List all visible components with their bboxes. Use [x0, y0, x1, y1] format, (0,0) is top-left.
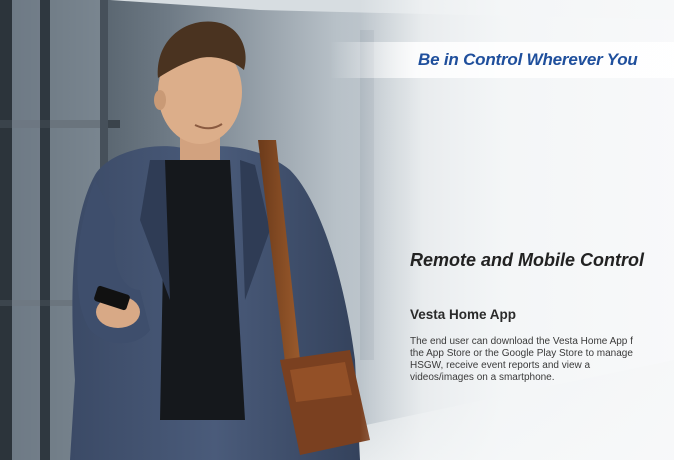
app-description-line: The end user can download the Vesta Home… [410, 336, 633, 347]
slide: Be in Control Wherever You Remote and Mo… [0, 0, 674, 460]
app-title: Vesta Home App [410, 307, 517, 322]
app-description: The end user can download the Vesta Home… [410, 336, 674, 384]
tagline: Be in Control Wherever You [418, 50, 638, 69]
app-description-line: videos/images on a smartphone. [410, 372, 555, 383]
app-description-line: the App Store or the Google Play Store t… [410, 348, 633, 359]
section-title: Remote and Mobile Control [410, 250, 644, 270]
app-description-line: HSGW, receive event reports and view a [410, 360, 591, 371]
